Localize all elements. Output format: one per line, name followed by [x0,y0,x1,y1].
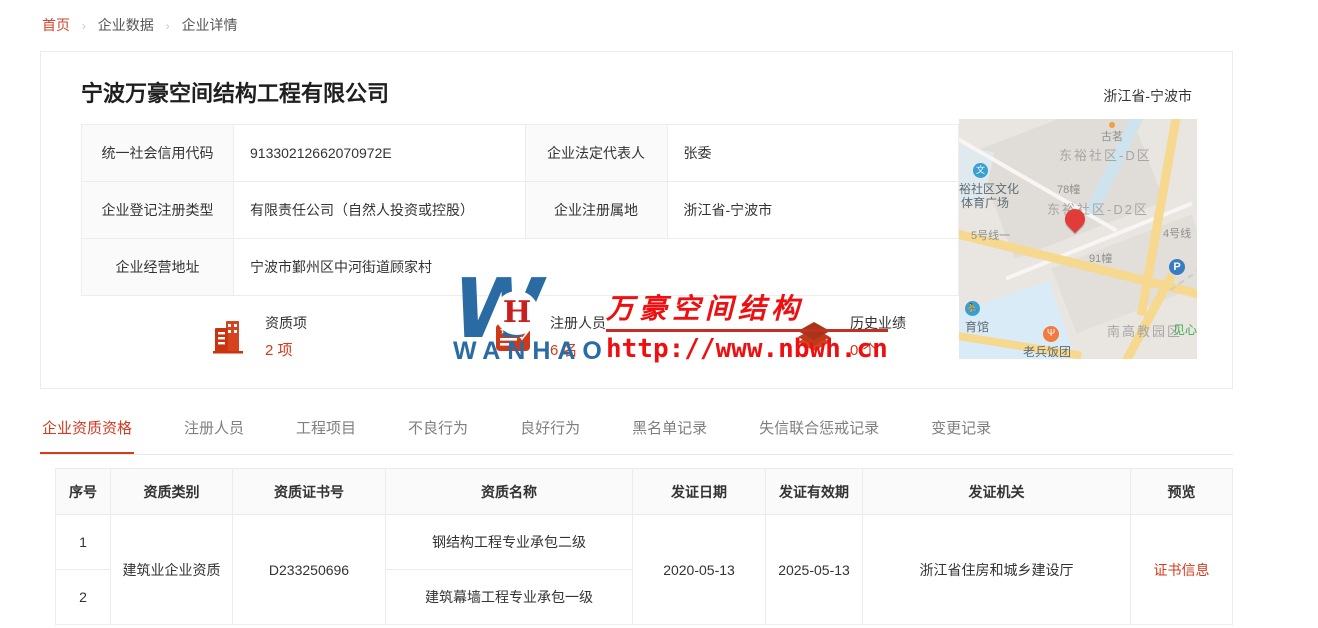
building-icon [209,317,249,357]
info-label: 企业注册属地 [525,182,667,239]
tab-good-behavior[interactable]: 良好行为 [518,407,582,454]
cell-cert-number: D233250696 [233,515,386,625]
tab-bad-behavior[interactable]: 不良行为 [406,407,470,454]
gym-icon: ⛹ [965,301,980,316]
cell-qualification-name: 建筑幕墙工程专业承包一级 [386,570,633,625]
company-card-header: 宁波万豪空间结构工程有限公司 浙江省-宁波市 [41,52,1232,124]
cell-row-number: 1 [56,515,111,570]
breadcrumb-home[interactable]: 首页 [42,17,70,33]
company-region: 浙江省-宁波市 [1103,86,1192,106]
map-label: 育馆 [965,318,989,335]
stat-text: 历史业绩 0 个 [850,313,906,360]
tab-change-records[interactable]: 变更记录 [929,407,993,454]
certificate-info-link[interactable]: 证书信息 [1154,562,1210,578]
info-value-legal-rep: 张委 [667,125,959,182]
map-label: 东裕社区-D区 [1059,145,1152,164]
info-label: 企业法定代表人 [525,125,667,182]
tab-qualifications[interactable]: 企业资质资格 [40,407,134,454]
stat-label: 历史业绩 [850,313,906,333]
company-info-column: 统一社会信用代码 91330212662070972E 企业法定代表人 张委 企… [81,124,959,383]
stat-qualifications: 资质项 2 项 [209,313,307,360]
stat-registered-personnel: ★ 注册人员 6 名 [494,313,606,360]
column-header: 资质证书号 [233,469,386,515]
map-label: 91幢 [1089,250,1112,266]
cell-authority: 浙江省住房和城乡建设厅 [863,515,1131,625]
stat-value: 0 个 [850,339,906,360]
info-row: 企业经营地址 宁波市鄞州区中河街道顾家村 [82,239,959,296]
cell-row-number: 2 [56,570,111,625]
info-label: 企业经营地址 [82,239,234,296]
company-card-body: 统一社会信用代码 91330212662070972E 企业法定代表人 张委 企… [41,124,1232,383]
tab-registered-personnel[interactable]: 注册人员 [182,407,246,454]
cell-expiry-date: 2025-05-13 [766,515,863,625]
map-label: 见心 [1173,321,1197,338]
info-label: 企业登记注册类型 [82,182,234,239]
cell-preview: 证书信息 [1131,515,1233,625]
company-card: 宁波万豪空间结构工程有限公司 浙江省-宁波市 统一社会信用代码 91330212… [40,51,1233,389]
breadcrumb-current: 企业详情 [182,17,238,33]
info-value-address: 宁波市鄞州区中河街道顾家村 [234,239,959,296]
culture-plaza-icon: 文 [973,163,988,178]
info-row: 企业登记注册类型 有限责任公司（自然人投资或控股） 企业注册属地 浙江省-宁波市 [82,182,959,239]
info-label: 统一社会信用代码 [82,125,234,182]
map-label: 体育广场 [961,194,1009,211]
breadcrumb-enterprise-data[interactable]: 企业数据 [98,17,154,33]
company-name: 宁波万豪空间结构工程有限公司 [81,76,389,108]
company-info-table: 统一社会信用代码 91330212662070972E 企业法定代表人 张委 企… [81,124,959,296]
map-label: 古茗 [1101,128,1123,144]
column-header: 资质名称 [386,469,633,515]
certificate-icon: ★ [494,317,534,357]
restaurant-icon: Ψ [1043,326,1059,342]
column-header: 序号 [56,469,111,515]
layers-icon [794,317,834,357]
map-label: 老兵饭团 [1023,343,1071,359]
table-header-row: 序号 资质类别 资质证书号 资质名称 发证日期 发证有效期 发证机关 预览 [56,469,1233,515]
map-label: 4号线 [1163,225,1191,241]
tab-projects[interactable]: 工程项目 [294,407,358,454]
column-header: 预览 [1131,469,1233,515]
breadcrumb: 首页 › 企业数据 › 企业详情 [0,0,1318,47]
breadcrumb-separator: › [166,19,170,33]
cell-issue-date: 2020-05-13 [633,515,766,625]
map[interactable]: 古茗 东裕社区-D区 文 裕社区文化 体育广场 78幢 东裕社区-D2区 5号线… [959,119,1197,359]
stat-label: 资质项 [265,313,307,333]
column-header: 资质类别 [111,469,233,515]
stat-text: 注册人员 6 名 [550,313,606,360]
column-header: 发证机关 [863,469,1131,515]
stat-label: 注册人员 [550,313,606,333]
cell-category: 建筑业企业资质 [111,515,233,625]
qualification-table: 序号 资质类别 资质证书号 资质名称 发证日期 发证有效期 发证机关 预览 1 … [55,468,1233,625]
tab-dishonesty-records[interactable]: 失信联合惩戒记录 [757,407,881,454]
column-header: 发证日期 [633,469,766,515]
cell-qualification-name: 钢结构工程专业承包二级 [386,515,633,570]
parking-icon: P [1169,259,1185,275]
map-label: 5号线一 [971,227,1010,243]
info-value-reg-region: 浙江省-宁波市 [667,182,959,239]
map-label: 78幢 [1057,181,1080,197]
stats-row: 资质项 2 项 ★ 注册人员 6 名 [81,303,959,383]
column-header: 发证有效期 [766,469,863,515]
map-label: 东裕社区-D2区 [1047,199,1149,218]
stat-value: 2 项 [265,339,307,360]
stat-history-performance: 历史业绩 0 个 [794,313,906,360]
stat-text: 资质项 2 项 [265,313,307,360]
info-value-credit-code: 91330212662070972E [234,125,526,182]
map-label: 南高教园区 [1107,321,1182,340]
table-row: 1 建筑业企业资质 D233250696 钢结构工程专业承包二级 2020-05… [56,515,1233,570]
tab-bar: 企业资质资格 注册人员 工程项目 不良行为 良好行为 黑名单记录 失信联合惩戒记… [40,407,1233,455]
stat-value: 6 名 [550,339,606,360]
breadcrumb-separator: › [82,19,86,33]
info-value-reg-type: 有限责任公司（自然人投资或控股） [234,182,526,239]
svg-text:★: ★ [499,325,509,337]
info-row: 统一社会信用代码 91330212662070972E 企业法定代表人 张委 [82,125,959,182]
tab-blacklist[interactable]: 黑名单记录 [630,407,709,454]
